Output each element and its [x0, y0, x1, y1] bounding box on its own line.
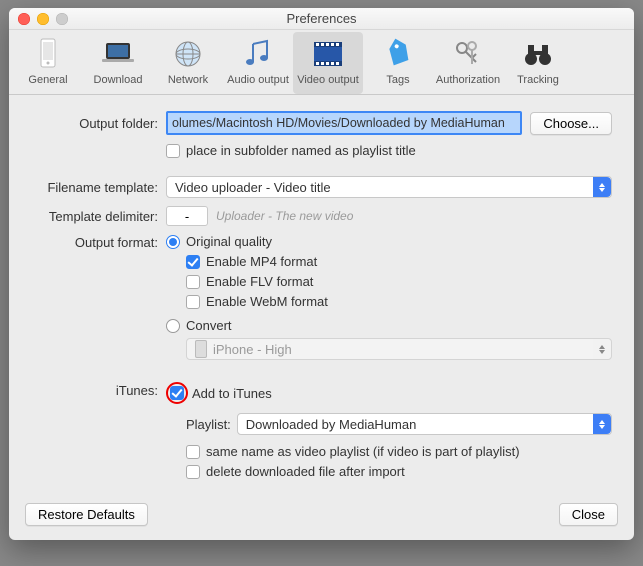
keys-icon [448, 36, 488, 72]
checkbox-label: Enable FLV format [206, 274, 313, 289]
tab-video-output[interactable]: Video output [293, 32, 363, 94]
filename-template-label: Filename template: [31, 180, 166, 195]
filename-template-select[interactable]: Video uploader - Video title [166, 176, 612, 198]
titlebar: Preferences [9, 8, 634, 30]
radio-label: Convert [186, 318, 232, 333]
radio-icon [166, 319, 180, 333]
itunes-label: iTunes: [31, 382, 166, 398]
delimiter-hint: Uploader - The new video [216, 209, 353, 223]
tab-label: Download [94, 74, 143, 86]
choose-button[interactable]: Choose... [530, 112, 612, 135]
output-format-label: Output format: [31, 234, 166, 250]
music-note-icon [238, 36, 278, 72]
same-name-checkbox[interactable]: same name as video playlist (if video is… [186, 444, 612, 459]
footer: Restore Defaults Close [9, 495, 634, 540]
checkbox-icon [186, 275, 200, 289]
convert-preset-select: iPhone - High [186, 338, 612, 360]
tab-label: Network [168, 74, 208, 86]
chevron-updown-icon [593, 177, 611, 197]
checkbox-label: same name as video playlist (if video is… [206, 444, 520, 459]
enable-flv-checkbox[interactable]: Enable FLV format [186, 274, 612, 289]
checkbox-icon [186, 445, 200, 459]
content-pane: Output folder: olumes/Macintosh HD/Movie… [9, 95, 634, 495]
select-value: Downloaded by MediaHuman [246, 417, 417, 432]
delete-after-import-checkbox[interactable]: delete downloaded file after import [186, 464, 612, 479]
close-button[interactable]: Close [559, 503, 618, 526]
checkbox-label: Add to iTunes [192, 386, 272, 401]
tab-download[interactable]: Download [83, 32, 153, 94]
tab-label: Tags [386, 74, 409, 86]
restore-defaults-button[interactable]: Restore Defaults [25, 503, 148, 526]
playlist-label: Playlist: [186, 417, 231, 432]
checkbox-label: place in subfolder named as playlist tit… [186, 143, 416, 158]
binoculars-icon [518, 36, 558, 72]
checkbox-label: Enable MP4 format [206, 254, 317, 269]
original-quality-radio[interactable]: Original quality [166, 234, 612, 249]
film-icon [308, 36, 348, 72]
tab-network[interactable]: Network [153, 32, 223, 94]
tab-tracking[interactable]: Tracking [503, 32, 573, 94]
tab-label: Audio output [227, 74, 289, 86]
tab-authorization[interactable]: Authorization [433, 32, 503, 94]
checkbox-label: delete downloaded file after import [206, 464, 405, 479]
chevron-updown-icon [593, 339, 611, 359]
tab-label: Authorization [436, 74, 500, 86]
enable-webm-checkbox[interactable]: Enable WebM format [186, 294, 612, 309]
checkbox-icon [186, 255, 200, 269]
tab-label: General [28, 74, 67, 86]
place-in-subfolder-checkbox[interactable]: place in subfolder named as playlist tit… [166, 143, 416, 158]
template-delimiter-input[interactable] [166, 206, 208, 226]
tab-audio-output[interactable]: Audio output [223, 32, 293, 94]
output-folder-label: Output folder: [31, 116, 166, 131]
checkbox-icon [186, 465, 200, 479]
select-value: Video uploader - Video title [175, 180, 331, 195]
tab-label: Tracking [517, 74, 559, 86]
output-folder-field[interactable]: olumes/Macintosh HD/Movies/Downloaded by… [166, 111, 522, 135]
radio-icon [166, 235, 180, 249]
playlist-select[interactable]: Downloaded by MediaHuman [237, 413, 612, 435]
globe-icon [168, 36, 208, 72]
preferences-toolbar: General Download Network Audio output Vi… [9, 30, 634, 95]
preferences-window: Preferences General Download Network Aud… [9, 8, 634, 540]
add-to-itunes-checkbox[interactable] [170, 386, 184, 400]
highlight-circle [166, 382, 188, 404]
tag-icon [378, 36, 418, 72]
template-delimiter-label: Template delimiter: [31, 209, 166, 224]
radio-label: Original quality [186, 234, 272, 249]
chevron-updown-icon [593, 414, 611, 434]
tab-general[interactable]: General [13, 32, 83, 94]
tab-label: Video output [297, 74, 359, 86]
convert-radio[interactable]: Convert [166, 318, 612, 333]
window-title: Preferences [9, 11, 634, 26]
tab-tags[interactable]: Tags [363, 32, 433, 94]
checkbox-icon [166, 144, 180, 158]
laptop-icon [98, 36, 138, 72]
checkbox-icon [186, 295, 200, 309]
select-value: iPhone - High [213, 342, 292, 357]
enable-mp4-checkbox[interactable]: Enable MP4 format [186, 254, 612, 269]
phone-icon [28, 36, 68, 72]
checkbox-label: Enable WebM format [206, 294, 328, 309]
device-icon [195, 340, 207, 358]
